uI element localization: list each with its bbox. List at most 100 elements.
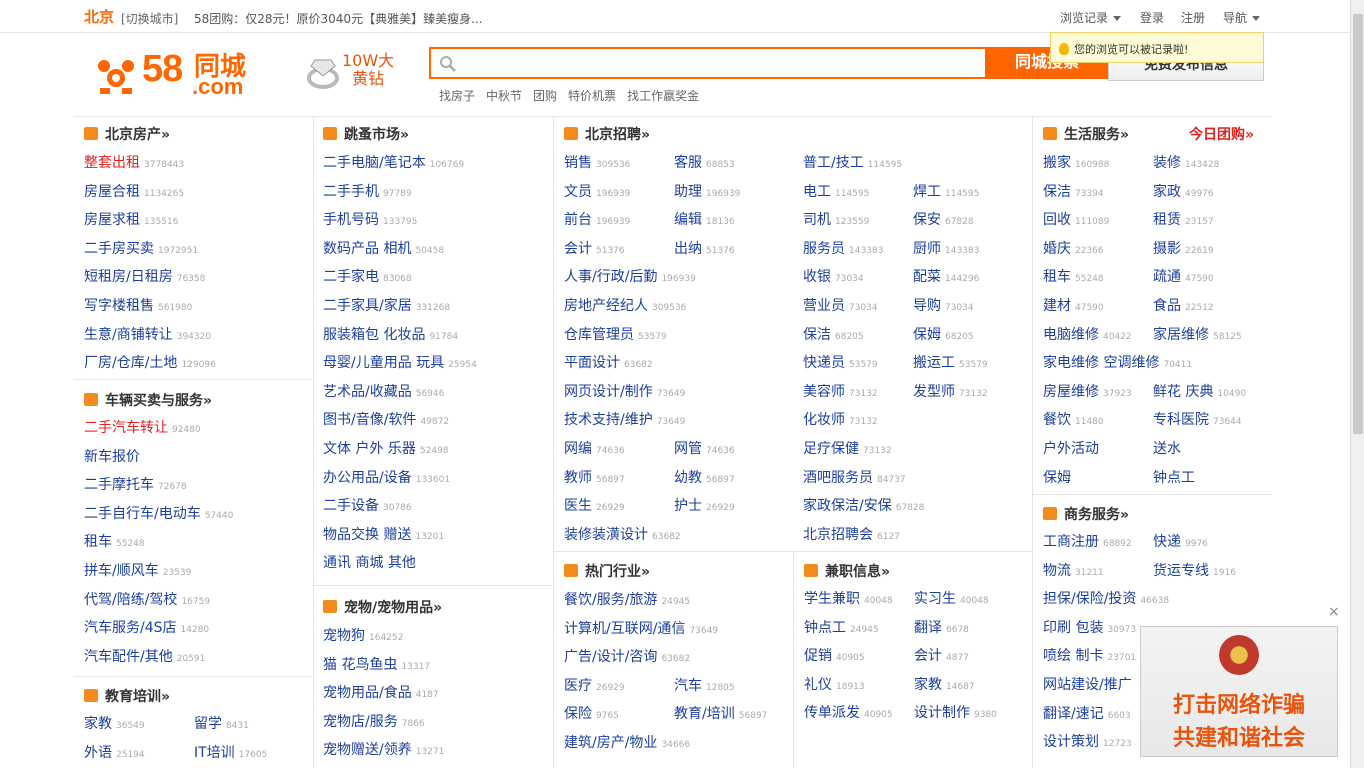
- section-title-market[interactable]: 跳蚤市场»: [323, 124, 409, 144]
- category-link[interactable]: 餐饮 11480: [1043, 409, 1104, 429]
- category-link[interactable]: 租赁 23157: [1153, 209, 1214, 229]
- category-link[interactable]: 二手电脑/笔记本 106769: [323, 152, 464, 172]
- category-link[interactable]: 服务员 143383: [803, 238, 883, 258]
- category-link[interactable]: 房地产经纪人 309536: [564, 295, 686, 315]
- section-title-industry[interactable]: 热门行业»: [564, 561, 650, 581]
- category-link[interactable]: 教育/培训 56897: [674, 703, 767, 723]
- category-link[interactable]: 保安 67828: [913, 209, 974, 229]
- category-link[interactable]: 通讯 商城 其他: [323, 552, 416, 572]
- category-link[interactable]: 建筑/房产/物业 34666: [564, 732, 690, 752]
- category-link[interactable]: 印刷 包装 30973: [1043, 617, 1136, 637]
- category-link[interactable]: 营业员 73034: [803, 295, 878, 315]
- category-link[interactable]: 编辑 18136: [674, 209, 735, 229]
- category-link[interactable]: 物流 31211: [1043, 560, 1104, 580]
- category-link[interactable]: 数码产品 相机 50458: [323, 238, 444, 258]
- category-link[interactable]: 教师 56897: [564, 467, 625, 487]
- category-link[interactable]: 厂房/仓库/土地 129096: [84, 352, 216, 372]
- category-link[interactable]: 房屋合租 1134265: [84, 181, 184, 201]
- browse-history-menu[interactable]: 浏览记录: [1060, 9, 1122, 26]
- promo-badge[interactable]: 10W大 黄钻: [342, 52, 394, 88]
- category-link[interactable]: 网管 74636: [674, 438, 735, 458]
- category-link[interactable]: 回收 111089: [1043, 209, 1109, 229]
- promo-link[interactable]: 58团购：仅28元！原价3040元【典雅美】臻美瘦身...: [194, 10, 483, 27]
- category-link[interactable]: 家居维修 58125: [1153, 324, 1242, 344]
- hot-word-link[interactable]: 团购: [533, 89, 557, 103]
- category-link[interactable]: 出纳 51376: [674, 238, 735, 258]
- category-link[interactable]: 货运专线 1916: [1153, 560, 1236, 580]
- category-link[interactable]: 护士 26929: [674, 495, 735, 515]
- category-link[interactable]: 北京招聘会 6127: [803, 524, 900, 544]
- category-link[interactable]: 服装箱包 化妆品 91784: [323, 324, 458, 344]
- category-link[interactable]: 保洁 73394: [1043, 181, 1104, 201]
- category-link[interactable]: 客服 68853: [674, 152, 735, 172]
- category-link[interactable]: 幼教 56897: [674, 467, 735, 487]
- section-title-biz[interactable]: 商务服务»: [1043, 504, 1129, 524]
- category-link[interactable]: 保姆: [1043, 467, 1071, 487]
- category-link[interactable]: 母婴/儿童用品 玩具 25954: [323, 352, 477, 372]
- category-link[interactable]: 汽车服务/4S店 14280: [84, 617, 209, 637]
- category-link[interactable]: 设计策划 12723: [1043, 731, 1132, 751]
- vertical-scrollbar[interactable]: [1350, 0, 1364, 768]
- category-link[interactable]: 计算机/互联网/通信 73649: [564, 618, 718, 638]
- section-title-house[interactable]: 北京房产»: [84, 124, 170, 144]
- section-title-edu[interactable]: 教育培训»: [84, 686, 170, 706]
- category-link[interactable]: 宠物赠送/领养 13271: [323, 739, 444, 759]
- category-link[interactable]: 装修装潢设计 63682: [564, 524, 681, 544]
- category-link[interactable]: 保险 9765: [564, 703, 619, 723]
- category-link[interactable]: 普工/技工 114595: [803, 152, 902, 172]
- category-link[interactable]: 司机 123559: [803, 209, 869, 229]
- today-groupbuy-link[interactable]: 今日团购»: [1189, 124, 1254, 144]
- category-link[interactable]: 食品 22512: [1153, 295, 1214, 315]
- category-link[interactable]: 汽车配件/其他 20591: [84, 646, 205, 666]
- category-link[interactable]: 平面设计 63682: [564, 352, 653, 372]
- category-link[interactable]: 配菜 144296: [913, 266, 979, 286]
- category-link[interactable]: 家政保洁/安保 67828: [803, 495, 924, 515]
- category-link[interactable]: 二手汽车转让 92480: [84, 417, 201, 437]
- category-link[interactable]: 网站建设/推广: [1043, 674, 1132, 694]
- category-link[interactable]: 物品交换 赠送 13201: [323, 524, 444, 544]
- category-link[interactable]: 生意/商铺转让 394320: [84, 324, 211, 344]
- category-link[interactable]: 二手自行车/电动车 57440: [84, 503, 233, 523]
- category-link[interactable]: 翻译/速记 6603: [1043, 703, 1131, 723]
- switch-city-link[interactable]: [切换城市]: [121, 10, 178, 27]
- category-link[interactable]: 传单派发 40905: [804, 702, 893, 722]
- category-link[interactable]: 艺术品/收藏品 56946: [323, 381, 444, 401]
- hot-word-link[interactable]: 找工作嬴奖金: [627, 89, 699, 103]
- nav-menu[interactable]: 导航: [1223, 9, 1261, 26]
- category-link[interactable]: 家教 36549: [84, 713, 145, 733]
- category-link[interactable]: 化妆师 73132: [803, 409, 878, 429]
- category-link[interactable]: 足疗保健 73132: [803, 438, 892, 458]
- category-link[interactable]: 广告/设计/咨询 63682: [564, 646, 690, 666]
- category-link[interactable]: 促销 40905: [804, 645, 865, 665]
- category-link[interactable]: 学生兼职 40048: [804, 588, 893, 608]
- category-link[interactable]: 留学 8431: [194, 713, 249, 733]
- category-link[interactable]: 搬运工 53579: [913, 352, 988, 372]
- category-link[interactable]: 二手摩托车 72678: [84, 474, 187, 494]
- category-link[interactable]: 厨师 143383: [913, 238, 979, 258]
- category-link[interactable]: 猫 花鸟鱼虫 13317: [323, 654, 430, 674]
- category-link[interactable]: 宠物用品/食品 4187: [323, 682, 439, 702]
- section-title-parttime[interactable]: 兼职信息»: [804, 561, 890, 581]
- category-link[interactable]: 电工 114595: [803, 181, 869, 201]
- category-link[interactable]: 手机号码 133795: [323, 209, 417, 229]
- category-link[interactable]: 快递员 53579: [803, 352, 878, 372]
- category-link[interactable]: 助理 196939: [674, 181, 740, 201]
- scrollbar-thumb[interactable]: [1353, 14, 1363, 434]
- category-link[interactable]: 宠物狗 164252: [323, 625, 403, 645]
- category-link[interactable]: 前台 196939: [564, 209, 630, 229]
- category-link[interactable]: 二手设备 30786: [323, 495, 412, 515]
- login-link[interactable]: 登录: [1140, 9, 1164, 26]
- category-link[interactable]: 会计 4877: [914, 645, 969, 665]
- category-link[interactable]: 短租房/日租房 76358: [84, 266, 205, 286]
- site-logo[interactable]: 58 同城 .com: [94, 48, 276, 100]
- category-link[interactable]: 医生 26929: [564, 495, 625, 515]
- category-link[interactable]: 设计制作 9380: [914, 702, 997, 722]
- category-link[interactable]: 仓库管理员 53579: [564, 324, 667, 344]
- category-link[interactable]: IT培训 17605: [194, 742, 267, 762]
- section-title-life[interactable]: 生活服务»: [1043, 124, 1129, 144]
- category-link[interactable]: 翻译 6678: [914, 617, 969, 637]
- category-link[interactable]: 专科医院 73644: [1153, 409, 1242, 429]
- category-link[interactable]: 租车 55248: [1043, 266, 1104, 286]
- category-link[interactable]: 办公用品/设备 133601: [323, 467, 450, 487]
- category-link[interactable]: 汽车 12805: [674, 675, 735, 695]
